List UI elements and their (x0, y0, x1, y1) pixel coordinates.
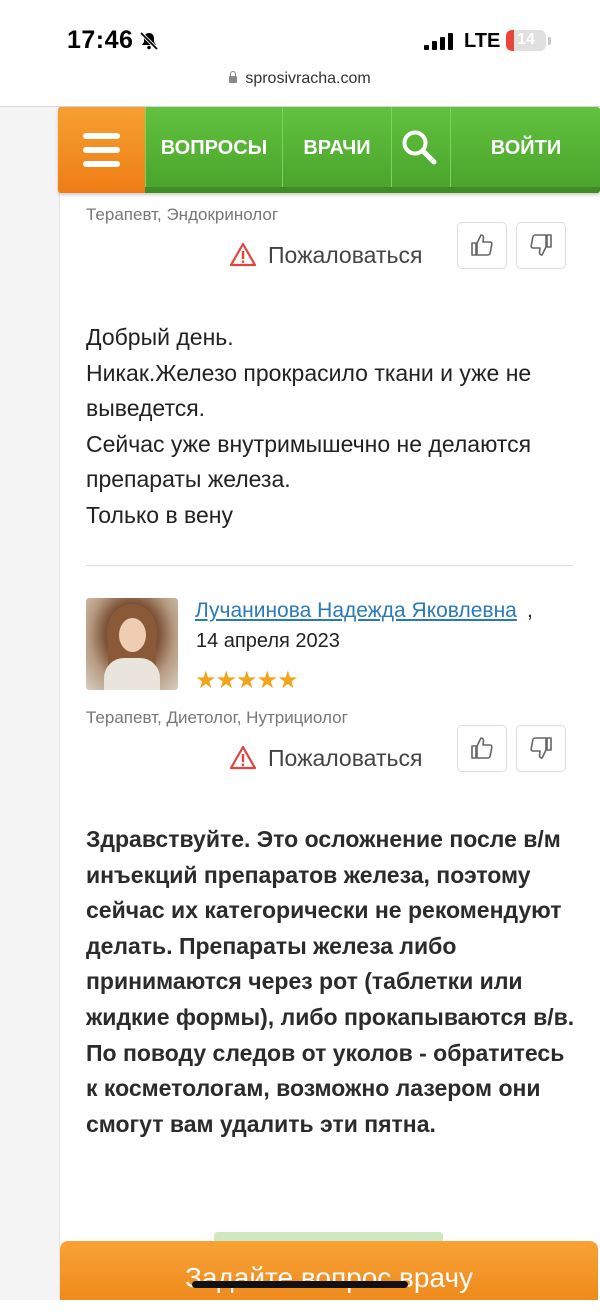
doctor-specialties: Терапевт, Диетолог, Нутрициолог (86, 708, 348, 727)
main-nav: ВОПРОСЫ ВРАЧИ ВОЙТИ (58, 107, 600, 193)
dislike-button[interactable] (516, 222, 566, 269)
menu-button[interactable] (58, 107, 145, 193)
doctor-specialties: Терапевт, Эндокринолог (86, 205, 279, 224)
answer-date: 14 апреля 2023 (196, 630, 340, 652)
thumbs-down-icon (530, 737, 552, 759)
nav-doctors[interactable]: ВРАЧИ (282, 107, 391, 187)
rating-stars: ★★★★★ (195, 667, 299, 694)
url-text: sprosivracha.com (245, 70, 371, 87)
search-icon (402, 130, 437, 165)
answer-divider (86, 565, 573, 566)
network-type: LTE (464, 30, 501, 52)
warning-icon (229, 242, 257, 267)
lock-icon (229, 71, 238, 83)
complain-link[interactable]: Пожаловаться (268, 242, 422, 269)
thumbs-up-icon (471, 737, 493, 759)
answer-text: Добрый день. Никак.Железо прокрасило тка… (86, 324, 532, 528)
thumbs-down-icon (530, 234, 552, 256)
name-comma: , (527, 599, 533, 622)
address-bar[interactable]: sprosivracha.com (0, 70, 600, 104)
nav-search-button[interactable] (391, 107, 450, 187)
like-button[interactable] (457, 222, 507, 269)
warning-icon (229, 745, 257, 770)
doctor-avatar[interactable] (86, 598, 178, 690)
bell-slash-icon (139, 31, 159, 51)
battery-level: 14 (517, 31, 535, 48)
answer-text: Здравствуйте. Это осложнение после в/м и… (86, 826, 575, 1137)
thumbs-up-icon (471, 234, 493, 256)
doctor-name-link[interactable]: Лучанинова Надежда Яковлевна (195, 599, 517, 623)
cellular-signal-icon (424, 33, 454, 50)
complain-link[interactable]: Пожаловаться (268, 745, 422, 772)
dislike-button[interactable] (516, 725, 566, 772)
status-bar: 17:46 LTE 14 (0, 0, 600, 68)
nav-login[interactable]: ВОЙТИ (450, 107, 600, 187)
page-background (0, 107, 59, 1300)
ask-doctor-button[interactable]: Задайте вопрос врачу (60, 1241, 598, 1300)
nav-questions[interactable]: ВОПРОСЫ (145, 107, 282, 187)
home-indicator[interactable] (192, 1281, 408, 1288)
nav-bottom-edge (145, 187, 600, 193)
like-button[interactable] (457, 725, 507, 772)
battery-tip (548, 37, 551, 45)
status-time: 17:46 (67, 26, 134, 54)
battery-icon: 14 (506, 30, 546, 51)
